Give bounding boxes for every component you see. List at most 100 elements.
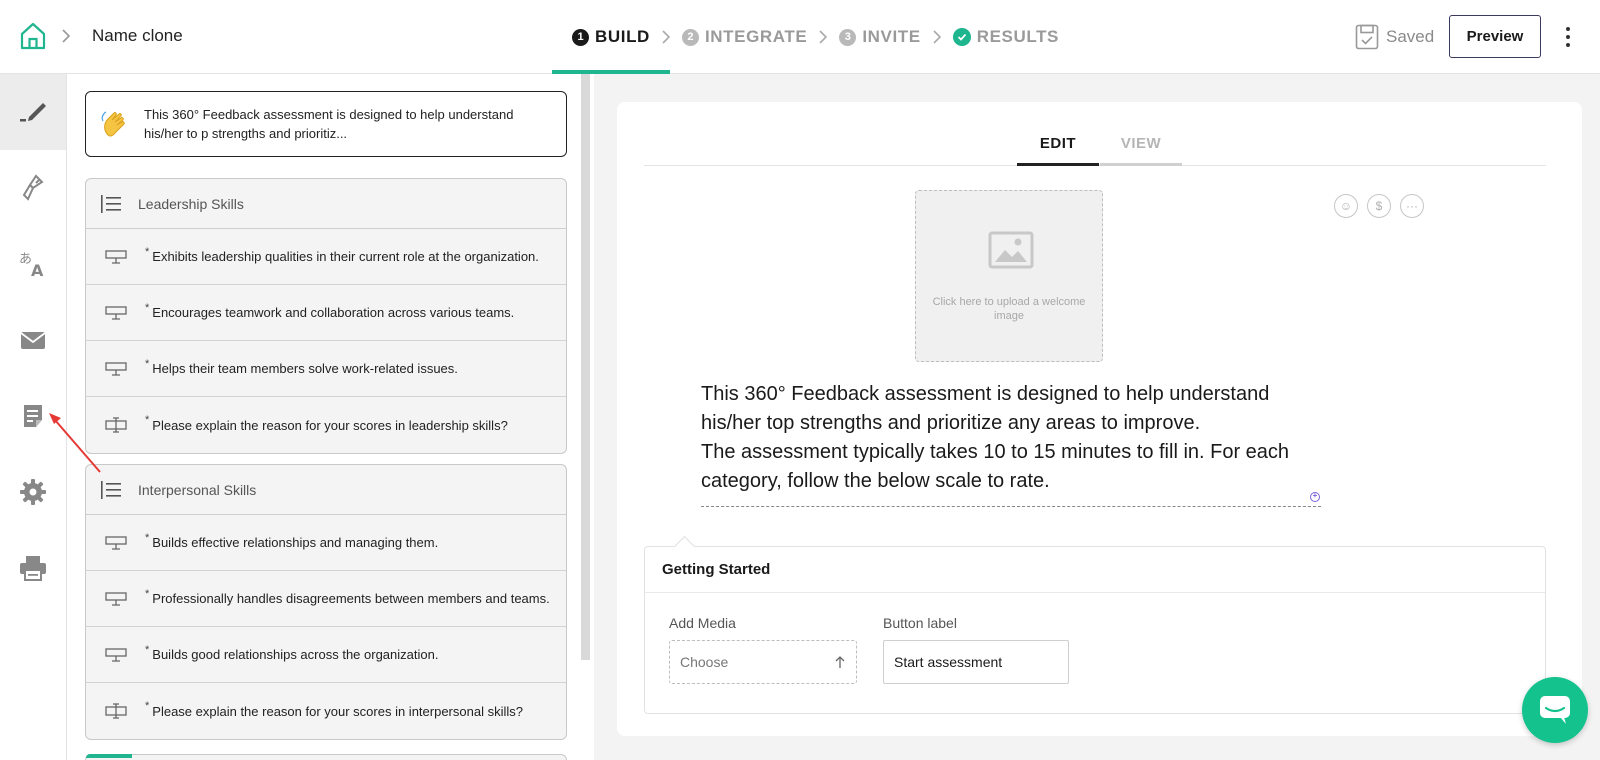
text-tools: ☺ $ ··· xyxy=(1334,194,1424,218)
question-text: Helps their team members solve work-rela… xyxy=(152,361,458,376)
left-tool-rail: あ A xyxy=(0,74,67,760)
chat-bubble-icon xyxy=(1540,696,1570,724)
chat-support-button[interactable] xyxy=(1522,677,1588,743)
emoji-icon[interactable]: ☺ xyxy=(1334,194,1358,218)
paint-brush-icon xyxy=(22,174,44,201)
question-row[interactable]: * Helps their team members solve work-re… xyxy=(86,341,566,397)
rating-question-icon xyxy=(105,535,127,550)
chevron-right-icon xyxy=(933,30,941,44)
top-bar: Name clone 1 BUILD 2 INTEGRATE 3 INVITE … xyxy=(0,0,1600,74)
add-media-value: Choose xyxy=(680,654,729,670)
step-integrate[interactable]: 2 INTEGRATE xyxy=(680,0,809,74)
question-row[interactable]: * Please explain the reason for your sco… xyxy=(86,683,566,739)
welcome-card[interactable]: This 360° Feedback assessment is designe… xyxy=(85,91,567,157)
step-results[interactable]: RESULTS xyxy=(951,0,1061,74)
question-row[interactable]: * Builds good relationships across the o… xyxy=(86,627,566,683)
add-media-label: Add Media xyxy=(669,615,736,631)
button-label-input[interactable] xyxy=(883,640,1069,684)
step-build[interactable]: 1 BUILD xyxy=(552,0,670,74)
outline-scrollbar[interactable] xyxy=(581,74,590,660)
waving-hand-icon xyxy=(101,111,125,137)
step-number: 2 xyxy=(681,28,699,46)
rating-question-icon xyxy=(105,647,127,662)
home-icon[interactable] xyxy=(20,22,46,50)
add-media-select[interactable]: Choose xyxy=(669,640,857,684)
rating-question-icon xyxy=(105,305,127,320)
add-block-icon[interactable]: + xyxy=(1310,492,1320,502)
welcome-image-upload[interactable]: Click here to upload a welcome image xyxy=(915,190,1103,362)
chevron-right-icon xyxy=(819,30,828,44)
rating-question-icon xyxy=(105,249,127,264)
editor-tabs: EDIT VIEW xyxy=(644,124,1546,166)
save-disk-icon xyxy=(1355,24,1379,50)
mail-icon xyxy=(20,332,46,349)
question-text: Builds effective relationships and manag… xyxy=(152,535,439,550)
text-question-icon xyxy=(105,417,127,433)
document-name[interactable]: Name clone xyxy=(92,26,183,46)
question-text: Please explain the reason for your score… xyxy=(152,703,523,719)
more-icon[interactable]: ··· xyxy=(1400,194,1424,218)
dollar-variable-icon[interactable]: $ xyxy=(1367,194,1391,218)
question-text: Exhibits leadership qualities in their c… xyxy=(152,249,539,264)
saved-status: Saved xyxy=(1386,27,1435,46)
question-row[interactable]: * Builds effective relationships and man… xyxy=(86,515,566,571)
step-navigation: 1 BUILD 2 INTEGRATE 3 INVITE RESULTS xyxy=(552,0,1061,74)
tab-edit[interactable]: EDIT xyxy=(1017,124,1099,166)
step-label: INVITE xyxy=(862,27,921,46)
button-label-label: Button label xyxy=(883,615,957,631)
question-row[interactable]: * Exhibits leadership qualities in their… xyxy=(86,229,566,285)
more-options-icon[interactable] xyxy=(1560,25,1576,49)
question-text: Builds good relationships across the org… xyxy=(152,647,439,662)
step-label: RESULTS xyxy=(976,27,1059,46)
section-leadership-skills: Leadership Skills * Exhibits leadership … xyxy=(85,178,567,454)
rating-question-icon xyxy=(105,361,127,376)
question-text: Encourages teamwork and collaboration ac… xyxy=(152,305,515,320)
print-icon xyxy=(20,556,46,581)
translate-icon: あ A xyxy=(19,252,44,278)
section-list-icon xyxy=(101,194,121,213)
upload-arrow-icon xyxy=(835,656,845,668)
step-number: 1 xyxy=(572,28,589,46)
rail-item-print[interactable] xyxy=(0,530,66,606)
welcome-message-editor[interactable]: This 360° Feedback assessment is designe… xyxy=(701,380,1321,507)
rail-item-reports[interactable] xyxy=(0,378,66,454)
question-row[interactable]: * Professionally handles disagreements b… xyxy=(86,571,566,627)
editor-canvas: EDIT VIEW Click here to upload a welcome… xyxy=(617,102,1582,736)
preview-button[interactable]: Preview xyxy=(1449,15,1541,58)
tab-view[interactable]: VIEW xyxy=(1100,124,1182,166)
text-question-icon xyxy=(105,703,127,719)
section-header[interactable]: Leadership Skills xyxy=(86,179,566,229)
rail-item-email[interactable] xyxy=(0,302,66,378)
step-number: 3 xyxy=(839,28,857,46)
rail-item-translate[interactable]: あ A xyxy=(0,226,66,302)
rail-item-build[interactable] xyxy=(0,74,66,150)
welcome-line: The assessment typically takes 10 to 15 … xyxy=(701,441,1290,492)
section-header[interactable]: Interpersonal Skills xyxy=(86,465,566,515)
report-icon xyxy=(24,405,42,427)
rail-item-settings[interactable] xyxy=(0,454,66,530)
panel-title: Getting Started xyxy=(645,547,1545,593)
svg-text:A: A xyxy=(31,261,44,278)
step-label: BUILD xyxy=(595,27,650,46)
edit-pen-icon xyxy=(20,103,46,122)
chevron-right-icon xyxy=(62,29,71,43)
check-circle-icon xyxy=(952,28,971,46)
chevron-right-icon xyxy=(662,30,671,44)
question-row[interactable]: * Encourages teamwork and collaboration … xyxy=(86,285,566,341)
getting-started-panel: Getting Started Add Media Button label C… xyxy=(644,546,1546,714)
image-placeholder-icon xyxy=(988,231,1034,269)
section-interpersonal-skills: Interpersonal Skills * Builds effective … xyxy=(85,464,567,740)
gear-icon xyxy=(20,479,46,505)
rail-item-design[interactable] xyxy=(0,150,66,226)
next-section-peek[interactable] xyxy=(85,754,567,760)
section-title: Leadership Skills xyxy=(138,195,244,212)
section-title: Interpersonal Skills xyxy=(138,481,257,498)
survey-outline-panel: This 360° Feedback assessment is designe… xyxy=(67,74,594,760)
welcome-line: This 360° Feedback assessment is designe… xyxy=(701,383,1270,434)
step-invite[interactable]: 3 INVITE xyxy=(837,0,922,74)
section-list-icon xyxy=(101,480,121,499)
upload-hint: Click here to upload a welcome image xyxy=(932,296,1086,322)
question-text: Professionally handles disagreements bet… xyxy=(152,591,550,606)
question-row[interactable]: * Please explain the reason for your sco… xyxy=(86,397,566,453)
welcome-summary-text: This 360° Feedback assessment is designe… xyxy=(144,107,514,141)
